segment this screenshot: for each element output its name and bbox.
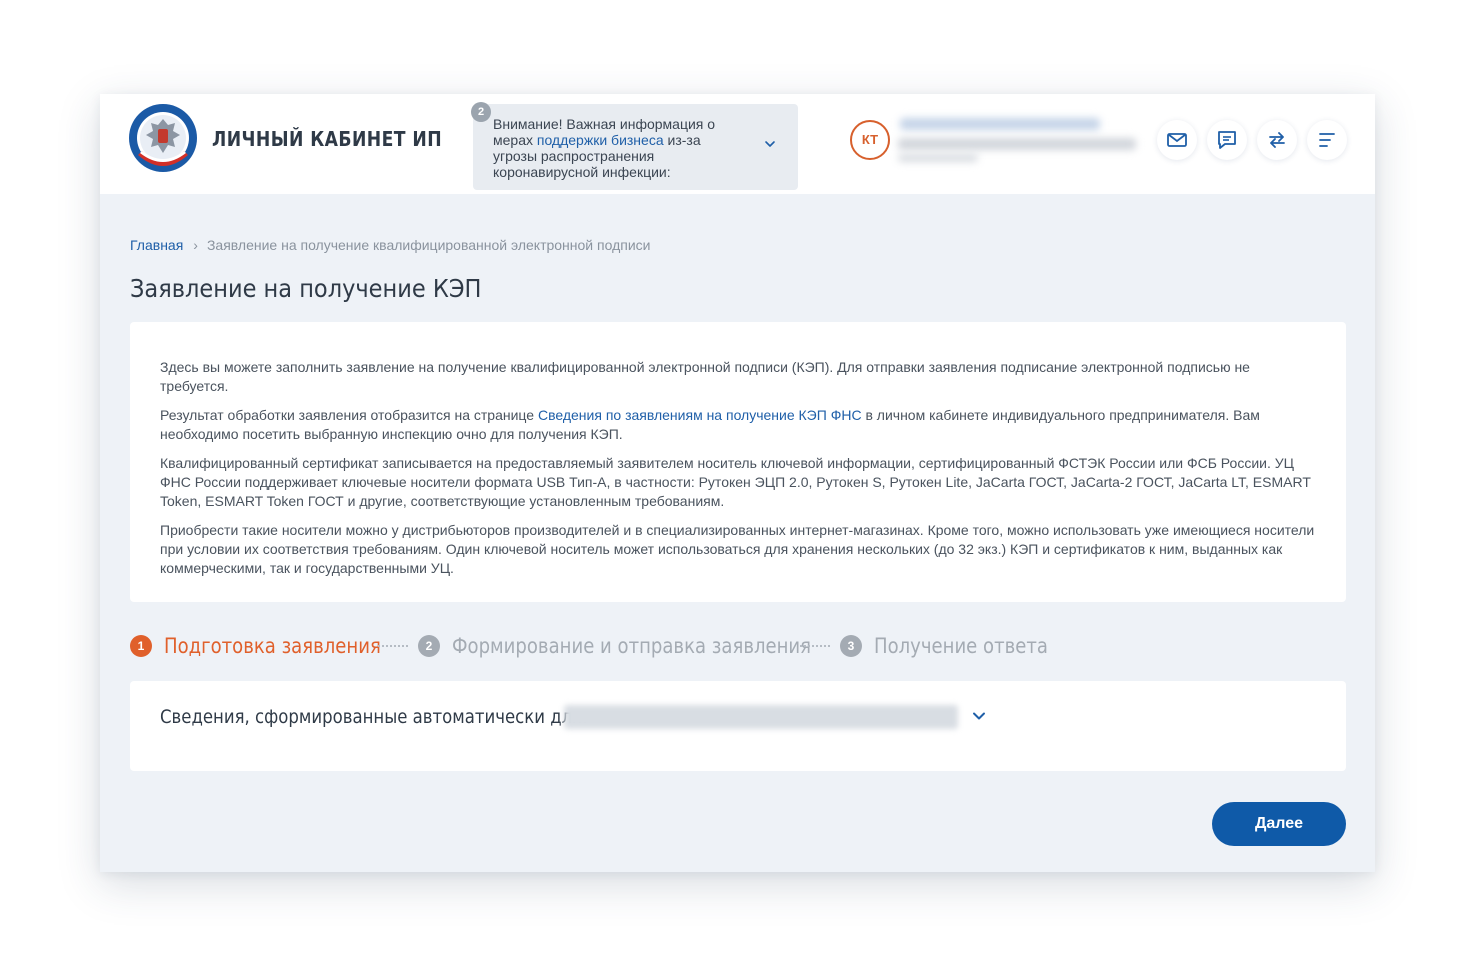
step-divider <box>378 645 408 647</box>
info-paragraph-result: Результат обработки заявления отобразитс… <box>160 406 1318 444</box>
chevron-down-icon[interactable] <box>970 707 988 725</box>
covid-notice[interactable]: 2 Внимание! Важная информация о мерах по… <box>471 102 798 190</box>
user-avatar[interactable]: КТ <box>850 120 890 160</box>
step-label: Подготовка заявления <box>164 634 381 658</box>
info-paragraph-certificate: Квалифицированный сертификат записываетс… <box>160 455 1311 509</box>
mail-icon <box>1167 133 1187 147</box>
step-3: 3 Получение ответа <box>840 634 1076 658</box>
info-text: Результат обработки заявления отобразитс… <box>160 407 538 423</box>
app-window: ЛИЧНЫЙ КАБИНЕТ ИП 2 Внимание! Важная инф… <box>100 94 1375 872</box>
info-paragraph-carriers: Приобрести такие носители можно у дистри… <box>160 522 1315 576</box>
page-title: Заявление на получение КЭП <box>130 274 482 303</box>
breadcrumb-current: Заявление на получение квалифицированной… <box>206 237 651 253</box>
notice-count-badge: 2 <box>471 102 491 122</box>
next-button[interactable]: Далее <box>1212 802 1346 846</box>
switch-button[interactable] <box>1257 120 1297 160</box>
fns-emblem-icon[interactable] <box>128 103 198 175</box>
step-number: 3 <box>840 635 862 657</box>
chevron-down-icon[interactable] <box>762 136 778 152</box>
user-details-redacted <box>898 138 1136 150</box>
breadcrumb-separator: › <box>193 237 198 253</box>
mail-button[interactable] <box>1157 120 1197 160</box>
menu-button[interactable] <box>1307 120 1347 160</box>
header-bar: ЛИЧНЫЙ КАБИНЕТ ИП 2 Внимание! Важная инф… <box>100 94 1375 194</box>
step-number: 2 <box>418 635 440 657</box>
breadcrumb: Главная › Заявление на получение квалифици… <box>130 237 650 253</box>
auto-info-section[interactable]: Сведения, сформированные автоматически д… <box>130 681 1346 771</box>
switch-icon <box>1269 132 1285 148</box>
breadcrumb-home-link[interactable]: Главная <box>130 237 183 253</box>
step-label: Формирование и отправка заявления <box>452 634 812 658</box>
step-label: Получение ответа <box>874 634 1048 658</box>
chat-button[interactable] <box>1207 120 1247 160</box>
kep-applications-link[interactable]: Сведения по заявлениям на получение КЭП … <box>538 407 862 423</box>
menu-icon <box>1319 133 1335 147</box>
cabinet-title: ЛИЧНЫЙ КАБИНЕТ ИП <box>212 127 443 151</box>
user-details-redacted-2 <box>898 154 978 162</box>
step-1: 1 Подготовка заявления <box>130 634 416 658</box>
step-divider <box>800 645 830 647</box>
auto-info-label: Сведения, сформированные автоматически д… <box>160 706 588 728</box>
chat-icon <box>1218 131 1236 149</box>
step-number: 1 <box>130 635 152 657</box>
entrepreneur-name-redacted <box>564 705 958 729</box>
user-name-redacted[interactable] <box>900 118 1100 130</box>
business-support-link[interactable]: поддержки бизнеса <box>537 132 664 148</box>
info-paragraph: Здесь вы можете заполнить заявление на п… <box>160 359 1250 394</box>
info-card: Здесь вы можете заполнить заявление на п… <box>130 322 1346 602</box>
